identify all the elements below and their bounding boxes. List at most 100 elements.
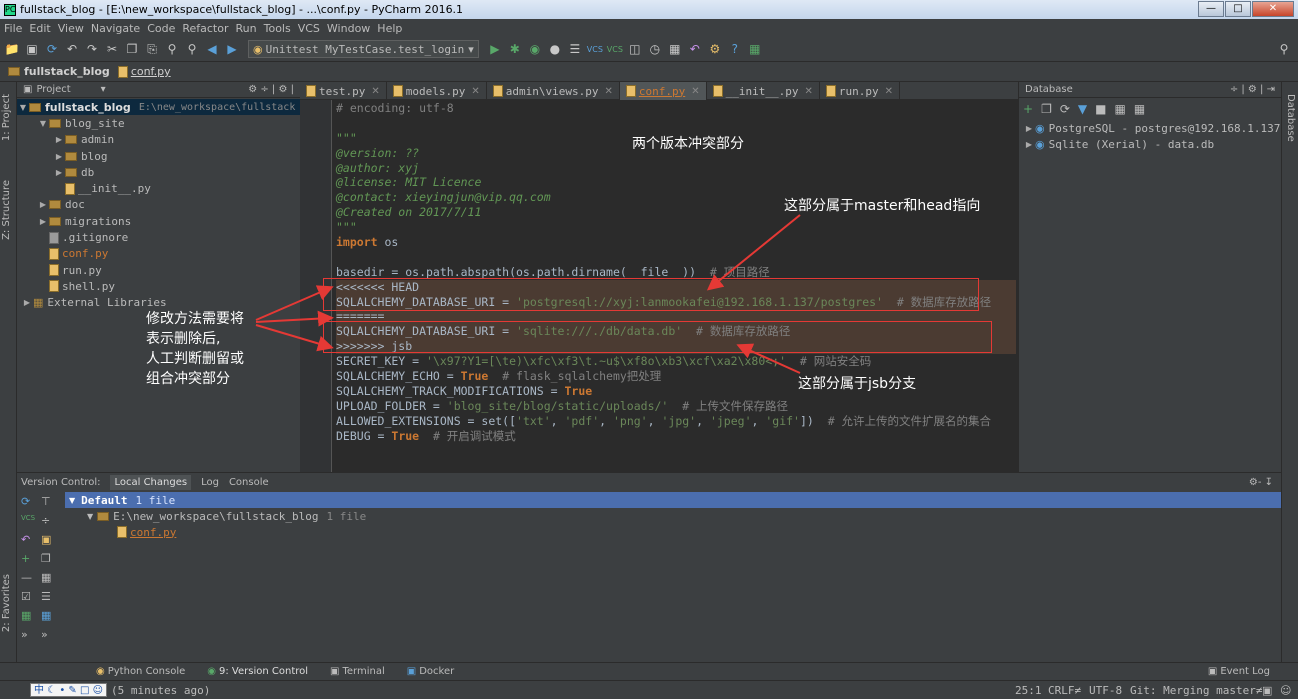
revert-icon[interactable]: ↶ <box>687 41 703 57</box>
table-icon[interactable]: ▦ <box>1114 102 1125 116</box>
changes-file-row[interactable]: conf.py <box>65 524 1281 540</box>
tree-item[interactable]: ▶ doc <box>17 197 300 213</box>
console-icon[interactable]: ▦ <box>1134 102 1145 116</box>
tab-project[interactable]: 1: Project <box>1 94 12 141</box>
tree-item[interactable]: .gitignore <box>17 229 300 245</box>
tree-item[interactable]: conf.py <box>17 246 300 262</box>
tree-item[interactable]: __init__.py <box>17 180 300 196</box>
menu-edit[interactable]: Edit <box>29 22 50 35</box>
tab-docker[interactable]: ▣ Docker <box>407 666 454 677</box>
copy-icon[interactable]: ❐ <box>41 552 55 565</box>
forward-icon[interactable]: ▶ <box>224 41 240 57</box>
event-log-button[interactable]: ▣ Event Log <box>1208 666 1270 677</box>
tab-local-changes[interactable]: Local Changes <box>110 474 192 490</box>
collapse-icon[interactable]: ÷ <box>41 514 55 527</box>
add-icon[interactable]: + <box>21 552 35 565</box>
stop-icon[interactable]: ■ <box>1095 102 1106 116</box>
ime-toolbar[interactable]: 中 ☾ • ✎ □ ☺ <box>30 683 108 697</box>
tab-favorites[interactable]: 2: Favorites <box>1 574 12 632</box>
lock-icon[interactable]: ▣ <box>1262 684 1272 697</box>
menu-window[interactable]: Window <box>327 22 370 35</box>
open-folder-icon[interactable]: 📁 <box>4 41 20 57</box>
changelist-default[interactable]: ▼ Default 1 file <box>65 492 1281 508</box>
tab--init-py[interactable]: __init__.py ✕ <box>707 82 820 100</box>
code-line[interactable]: # encoding: utf-8 <box>336 101 1016 116</box>
tab-terminal[interactable]: ▣ Terminal <box>330 666 385 677</box>
breadcrumb-project[interactable]: fullstack_blog <box>24 65 110 78</box>
code-line[interactable]: import os <box>336 235 1016 250</box>
add-icon[interactable]: + <box>1023 102 1033 116</box>
tab-run-py[interactable]: run.py ✕ <box>820 82 900 100</box>
vcs-commit-icon[interactable]: VCS <box>607 41 623 57</box>
menu-help[interactable]: Help <box>377 22 402 35</box>
code-line[interactable]: ALLOWED_EXTENSIONS = set(['txt', 'pdf', … <box>336 414 1016 429</box>
profile-icon[interactable]: ● <box>547 41 563 57</box>
vcs-commit-icon[interactable]: VCS <box>21 514 35 527</box>
close-icon[interactable]: ✕ <box>885 86 893 97</box>
check-icon[interactable]: ☑ <box>21 590 35 603</box>
tab-conf-py[interactable]: conf.py ✕ <box>619 82 707 100</box>
code-line[interactable]: UPLOAD_FOLDER = 'blog_site/blog/static/u… <box>336 399 1016 414</box>
shelve-icon[interactable]: ▦ <box>21 609 35 622</box>
coverage-icon[interactable]: ◉ <box>527 41 543 57</box>
expand-icon[interactable]: ⊤ <box>41 495 55 508</box>
tree-item[interactable]: ▼ blog_site <box>17 115 300 131</box>
redo-icon[interactable]: ↷ <box>84 41 100 57</box>
code-line[interactable] <box>336 116 1016 131</box>
compare-icon[interactable]: ◫ <box>627 41 643 57</box>
diff-icon[interactable]: ☰ <box>41 590 55 603</box>
tree-item[interactable]: run.py <box>17 262 300 278</box>
menu-view[interactable]: View <box>58 22 84 35</box>
copy-icon[interactable]: ❐ <box>1041 102 1052 116</box>
more-icon[interactable]: » <box>41 628 55 641</box>
close-icon[interactable]: ✕ <box>471 86 479 97</box>
menu-tools[interactable]: Tools <box>264 22 291 35</box>
tab-version-control[interactable]: ◉ 9: Version Control <box>207 666 308 677</box>
menu-vcs[interactable]: VCS <box>298 22 320 35</box>
close-icon[interactable]: ✕ <box>691 86 699 97</box>
shelve-icon[interactable]: ▦ <box>667 41 683 57</box>
tab-console[interactable]: Console <box>229 477 269 488</box>
tasks-icon[interactable]: ☰ <box>567 41 583 57</box>
menu-refactor[interactable]: Refactor <box>182 22 228 35</box>
replace-icon[interactable]: ⚲ <box>184 41 200 57</box>
close-icon[interactable]: ✕ <box>804 86 812 97</box>
tree-item[interactable]: ▶ blog <box>17 148 300 164</box>
tab-python-console[interactable]: ◉ Python Console <box>96 666 185 677</box>
caret-position[interactable]: 25:1 <box>1015 684 1042 697</box>
close-button[interactable]: ✕ <box>1252 1 1294 17</box>
tree-root[interactable]: ▼ fullstack_blog E:\new_workspace\fullstac… <box>17 99 300 116</box>
sync-icon[interactable]: ⟳ <box>44 41 60 57</box>
refresh-icon[interactable]: ⟳ <box>1060 102 1070 116</box>
back-icon[interactable]: ◀ <box>204 41 220 57</box>
tree-item[interactable]: shell.py <box>17 278 300 294</box>
debug-icon[interactable]: ✱ <box>507 41 523 57</box>
tab-test-py[interactable]: test.py ✕ <box>300 82 387 100</box>
remove-icon[interactable]: — <box>21 571 35 584</box>
code-line[interactable] <box>336 250 1016 265</box>
minimize-button[interactable]: — <box>1198 1 1224 17</box>
paste-icon[interactable]: ⎘ <box>144 41 160 57</box>
group-icon[interactable]: ▣ <box>41 533 55 546</box>
code-line[interactable]: DEBUG = True # 开启调试模式 <box>336 429 1016 444</box>
close-icon[interactable]: ✕ <box>604 86 612 97</box>
changes-path-row[interactable]: ▼ E:\new_workspace\fullstack_blog 1 file <box>65 508 1281 524</box>
breadcrumb-file[interactable]: conf.py <box>131 65 171 78</box>
run-config-select[interactable]: ◉ Unittest MyTestCase.test_login ▾ <box>248 40 479 58</box>
code-line[interactable]: """ <box>336 220 1016 235</box>
database-item[interactable]: ▶ ◉ Sqlite (Xerial) - data.db <box>1019 136 1281 152</box>
maximize-button[interactable]: □ <box>1225 1 1251 17</box>
close-icon[interactable]: ✕ <box>371 86 379 97</box>
sdk-icon[interactable]: ▦ <box>747 41 763 57</box>
refresh-icon[interactable]: ⟳ <box>21 495 35 508</box>
more-icon[interactable]: » <box>21 628 35 641</box>
find-icon[interactable]: ⚲ <box>164 41 180 57</box>
tab-structure[interactable]: Z: Structure <box>1 180 12 240</box>
menu-navigate[interactable]: Navigate <box>91 22 140 35</box>
panel-settings-icon[interactable]: ÷ | ⚙ | ⇥ <box>1230 84 1275 95</box>
tree-item[interactable]: ▶ db <box>17 164 300 180</box>
line-separator[interactable]: CRLF≠ <box>1048 684 1081 697</box>
undo-icon[interactable]: ↶ <box>64 41 80 57</box>
search-icon[interactable]: ⚲ <box>1276 41 1292 57</box>
history-icon[interactable]: ◷ <box>647 41 663 57</box>
